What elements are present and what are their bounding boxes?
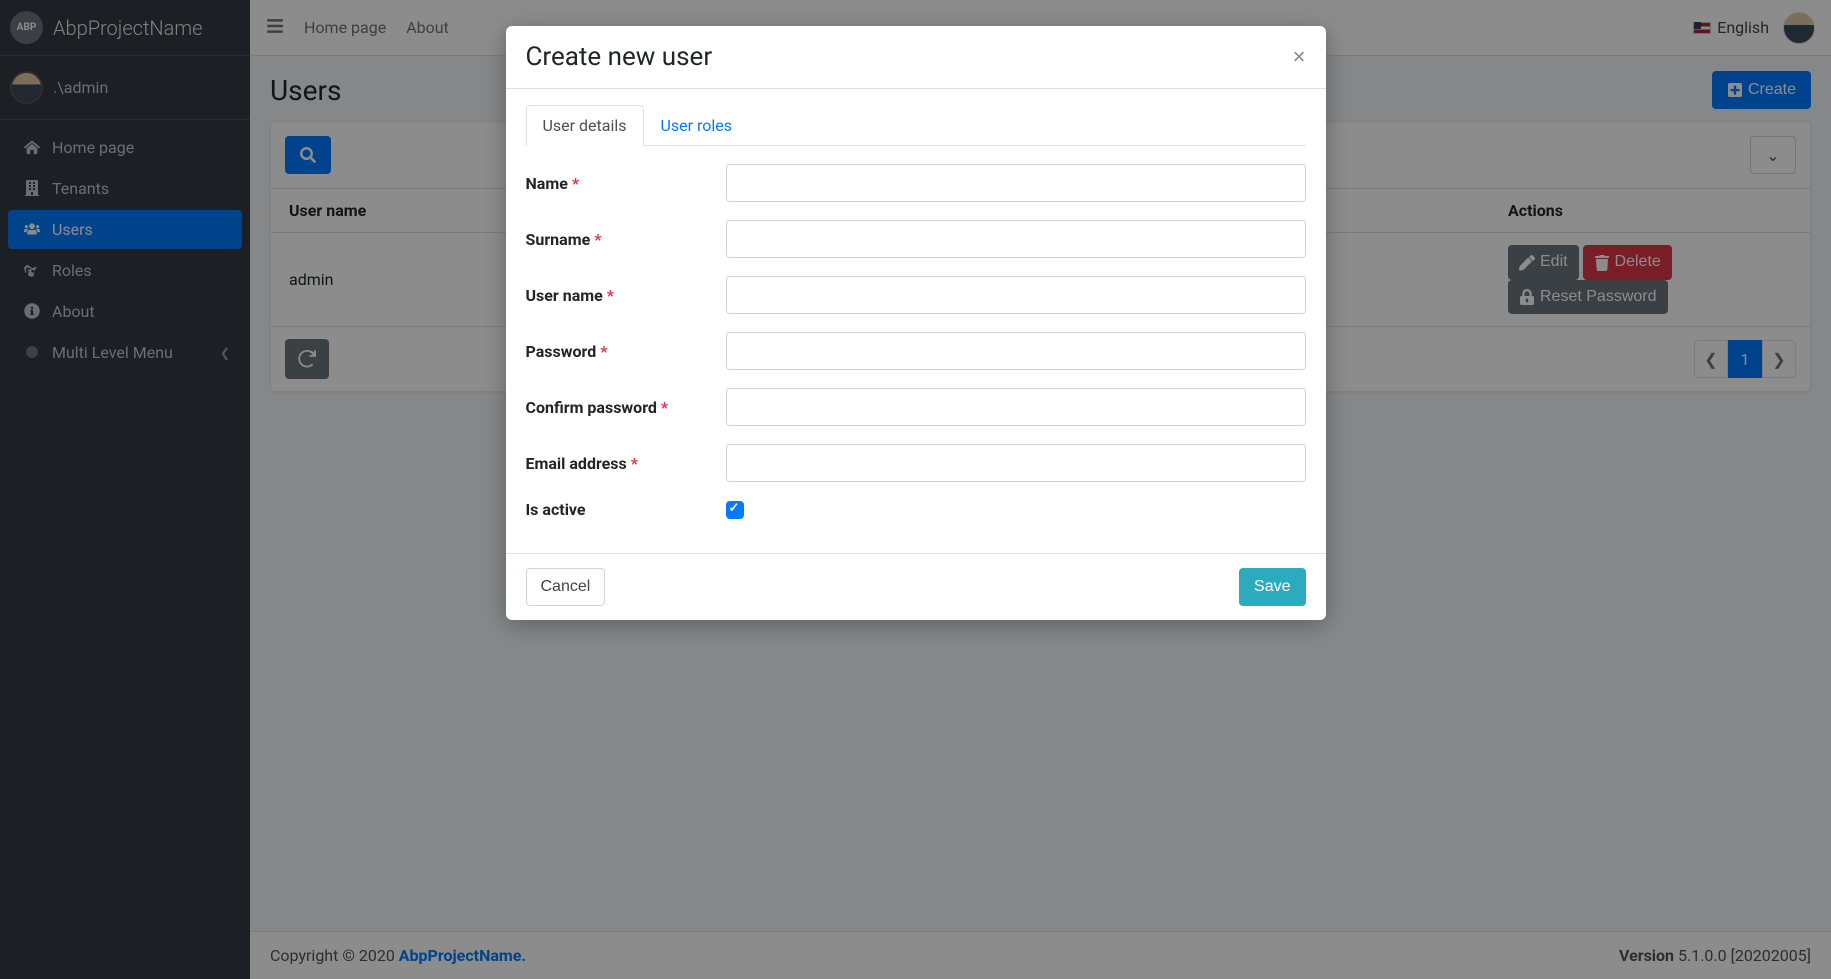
close-icon: × bbox=[1293, 44, 1306, 69]
modal-tabs: User details User roles bbox=[526, 105, 1306, 146]
label-password: Password * bbox=[526, 342, 726, 361]
is-active-checkbox[interactable] bbox=[726, 501, 744, 519]
save-button[interactable]: Save bbox=[1239, 568, 1305, 606]
modal-title: Create new user bbox=[526, 42, 713, 72]
email-input[interactable] bbox=[726, 444, 1306, 482]
modal-close-button[interactable]: × bbox=[1293, 46, 1306, 68]
modal-backdrop[interactable]: Create new user × User details User role… bbox=[0, 0, 1831, 979]
confirm-password-input[interactable] bbox=[726, 388, 1306, 426]
label-email: Email address * bbox=[526, 454, 726, 473]
surname-input[interactable] bbox=[726, 220, 1306, 258]
password-input[interactable] bbox=[726, 332, 1306, 370]
tab-user-roles[interactable]: User roles bbox=[644, 105, 750, 146]
username-input[interactable] bbox=[726, 276, 1306, 314]
label-is-active: Is active bbox=[526, 500, 726, 519]
label-username: User name * bbox=[526, 286, 726, 305]
create-user-modal: Create new user × User details User role… bbox=[506, 26, 1326, 620]
label-confirm-password: Confirm password * bbox=[526, 398, 726, 417]
label-surname: Surname * bbox=[526, 230, 726, 249]
tab-user-details[interactable]: User details bbox=[526, 105, 644, 146]
name-input[interactable] bbox=[726, 164, 1306, 202]
cancel-button[interactable]: Cancel bbox=[526, 568, 606, 606]
label-name: Name * bbox=[526, 174, 726, 193]
